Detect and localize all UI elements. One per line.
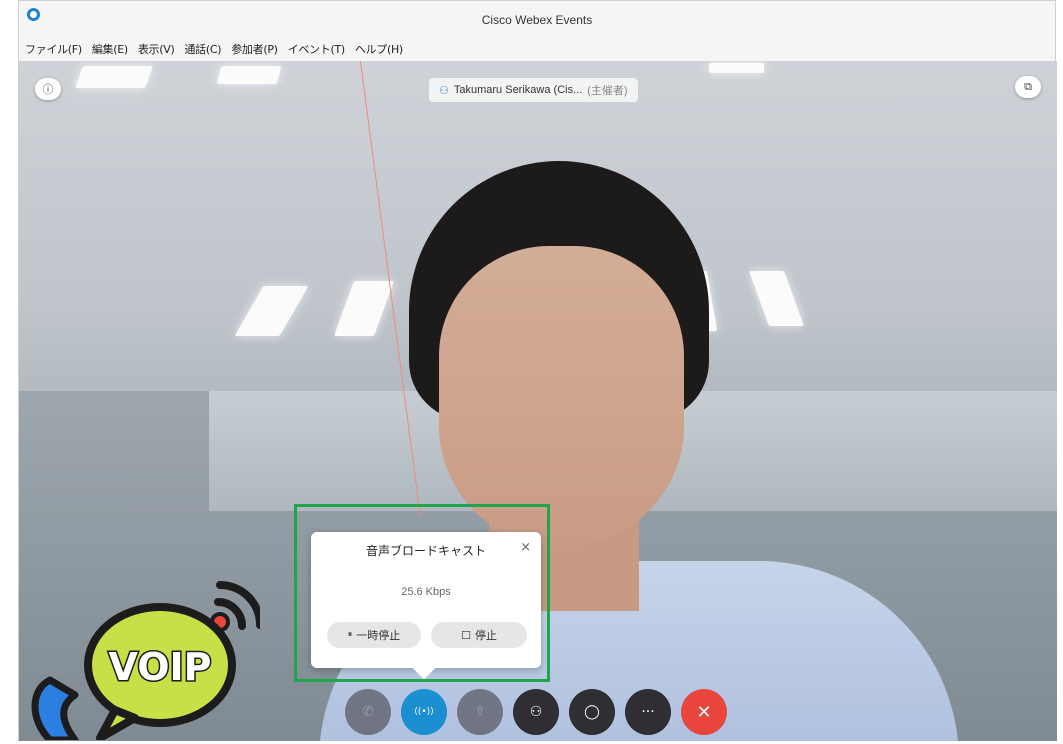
ceiling-light [333, 281, 395, 336]
menu-view[interactable]: 表示(V) [138, 41, 175, 57]
info-icon[interactable]: ⓘ [35, 78, 61, 100]
menu-participants[interactable]: 参加者(P) [231, 41, 278, 57]
pause-label: 一時停止 [356, 629, 401, 642]
menu-event[interactable]: イベント(T) [288, 41, 346, 57]
ceiling-light [216, 66, 282, 84]
popout-icon[interactable]: ⧉ [1015, 76, 1041, 98]
share-icon: ⇧ [474, 704, 486, 720]
pause-icon: ⏸ [347, 630, 353, 640]
bitrate-readout: 25.6 Kbps [401, 586, 451, 598]
share-button[interactable]: ⇧ [457, 689, 503, 735]
broadcast-button[interactable]: ((•)) [401, 689, 447, 735]
menu-file[interactable]: ファイル(F) [25, 41, 82, 57]
call-toolbar: ✆ ((•)) ⇧ ⚇ ◯ ··· ✕ [345, 689, 727, 735]
popup-title: 音声ブロードキャスト [365, 544, 486, 558]
stop-button[interactable]: ☐ 停止 [431, 622, 527, 648]
voip-text: VOIP [108, 645, 211, 689]
pause-button[interactable]: ⏸ 一時停止 [327, 622, 421, 648]
menu-help[interactable]: ヘルプ(H) [355, 41, 403, 57]
ceiling-light [74, 66, 154, 88]
title-bar: Cisco Webex Events [19, 1, 1055, 37]
presenter-icon: ⚇ [439, 84, 449, 97]
chat-icon: ◯ [584, 704, 600, 720]
presenter-role: (主催者) [587, 85, 628, 97]
phone-icon: ✆ [362, 704, 374, 720]
person-face [439, 246, 684, 546]
menu-edit[interactable]: 編集(E) [92, 41, 128, 57]
presenter-tag: ⚇ Takumaru Serikawa (Cis... (主催者) [429, 78, 638, 102]
broadcast-icon: ((•)) [414, 707, 434, 717]
window-title: Cisco Webex Events [481, 13, 593, 27]
menu-bar: ファイル(F) 編集(E) 表示(V) 通話(C) 参加者(P) イベント(T)… [19, 37, 1055, 61]
more-button[interactable]: ··· [625, 689, 671, 735]
more-icon: ··· [641, 704, 655, 720]
participants-button[interactable]: ⚇ [513, 689, 559, 735]
ceiling-light [234, 286, 309, 336]
close-icon[interactable]: × [520, 540, 531, 555]
stop-label: 停止 [474, 629, 497, 642]
ceiling-light [709, 63, 764, 73]
end-call-icon: ✕ [696, 701, 712, 723]
voip-graphic: VOIP [31, 581, 264, 744]
participants-icon: ⚇ [529, 704, 543, 720]
menu-call[interactable]: 通話(C) [184, 41, 221, 57]
end-call-button[interactable]: ✕ [681, 689, 727, 735]
phone-button[interactable]: ✆ [345, 689, 391, 735]
voip-sticker: VOIP [20, 570, 264, 744]
broadcast-popup: 音声ブロードキャスト × 25.6 Kbps ⏸ 一時停止 ☐ 停止 [311, 532, 541, 680]
stop-icon: ☐ [461, 628, 471, 642]
presenter-name: Takumaru Serikawa (Cis... [453, 84, 583, 96]
ceiling-light [748, 271, 805, 326]
chat-button[interactable]: ◯ [569, 689, 615, 735]
